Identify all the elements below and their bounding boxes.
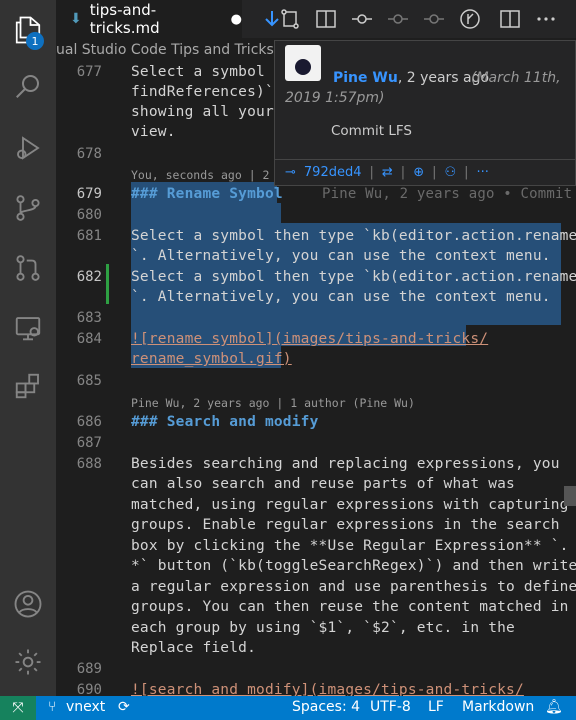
accounts-icon[interactable] [0,580,56,628]
line-number: 678 [76,146,102,162]
notifications-bell-icon[interactable]: 🔔︎ [545,699,563,715]
line-number: 688 [76,456,102,472]
inline-blame: Pine Wu, 2 years ago • Commit [322,186,573,202]
selection [131,203,281,223]
previous-revision-icon[interactable] [386,7,410,31]
code-line[interactable]: matched, using regular expressions with … [131,497,569,513]
search-icon[interactable] [0,62,56,110]
explorer-icon[interactable]: 1 [0,6,56,54]
open-remote-icon[interactable]: ⊕ [413,165,424,180]
code-line[interactable]: groups. You can then reuse the content m… [131,599,569,615]
line-number: 690 [76,682,102,696]
remote-explorer-icon[interactable] [0,304,56,352]
line-number: 682 [76,269,102,285]
code-line[interactable]: rename_symbol.gif) [131,351,292,367]
remote-indicator-icon[interactable]: ⤧ [0,696,36,720]
line-number: 686 [76,414,102,430]
code-line[interactable]: `. Alternatively, you can use the contex… [131,248,551,264]
sync-icon[interactable]: ⟳ [118,699,130,715]
more-actions-icon[interactable] [534,7,558,31]
tab-bar: ⬇ tips-and-tricks.md ● [56,0,576,38]
source-control-icon[interactable] [0,184,56,232]
code-line[interactable]: Replace field. [131,640,256,656]
dirty-indicator[interactable]: ● [231,12,242,27]
open-preview-icon[interactable] [314,7,338,31]
next-revision-icon[interactable] [422,7,446,31]
commit-sha[interactable]: 792ded4 [304,165,362,180]
selection [131,305,561,325]
remote-link-icon[interactable]: ⚇ [444,165,456,180]
pull-requests-icon[interactable] [0,244,56,292]
code-line[interactable]: Besides searching and replacing expressi… [131,456,560,472]
line-number: 685 [76,373,102,389]
line-number: 689 [76,661,102,677]
code-line[interactable]: *` button (`kb(toggleSearchRegex)`) and … [131,558,576,574]
extensions-icon[interactable] [0,362,56,410]
tab-tips-and-tricks[interactable]: ⬇ tips-and-tricks.md ● [56,0,242,38]
branch-icon[interactable]: ⑂ [48,699,56,715]
code-line[interactable]: Select a symbol t [131,64,283,80]
git-modified-marker [106,264,109,304]
code-line[interactable]: showing all your [131,104,274,120]
codelens-686[interactable]: Pine Wu, 2 years ago | 1 author (Pine Wu… [131,396,415,410]
scrollbar-thumb[interactable] [564,486,576,506]
commit-icon[interactable] [350,7,374,31]
split-editor-icon[interactable] [498,7,522,31]
run-debug-icon[interactable] [0,124,56,172]
commit-message: Commit LFS [331,123,412,139]
breadcrumb[interactable]: ual Studio Code Tips and Tricks [56,38,286,62]
code-line[interactable]: ![search and modify](images/tips-and-tri… [131,682,524,696]
open-changes-icon[interactable]: ⇄ [382,165,393,180]
open-changes-icon[interactable] [278,7,302,31]
line-number: 684 [76,331,102,347]
markdown-file-icon: ⬇ [70,11,82,27]
code-line[interactable]: groups. Enable regular expressions in th… [131,517,560,533]
code-line[interactable]: ![rename symbol](images/tips-and-tricks/ [131,331,488,347]
activity-bar: 1 [0,0,56,696]
tab-filename: tips-and-tricks.md [89,1,160,37]
code-line[interactable]: box by clicking the **Use Regular Expres… [131,538,569,554]
code-line[interactable]: can also search and reuse parts of what … [131,476,515,492]
vertical-scrollbar[interactable] [560,186,576,696]
end-of-line[interactable]: LF [428,699,444,715]
line-number: 681 [76,228,102,244]
code-line[interactable]: `. Alternatively, you can use the contex… [131,289,551,305]
code-line[interactable]: each group by using `$1`, `$2`, etc. in … [131,620,515,636]
line-number: 687 [76,435,102,451]
status-bar: ⤧ ⑂ vnext ⟳ Spaces: 4 UTF-8 LF Markdown … [0,696,576,720]
code-line[interactable]: a regular expression and use parenthesis… [131,579,576,595]
commit-icon: ⊸ [285,165,296,180]
code-line[interactable]: ### Rename Symbol [131,186,283,202]
blame-hover-card: Pine Wu, 2 years ago (March 11th, 2019 1… [274,40,576,186]
gitlens-icon[interactable] [458,7,482,31]
language-mode[interactable]: Markdown [462,699,534,715]
settings-gear-icon[interactable] [0,638,56,686]
encoding[interactable]: UTF-8 [370,699,411,715]
branch-name[interactable]: vnext [66,699,105,715]
hover-actions: ⊸ 792ded4 | ⇄ | ⊕ | ⚇ | ··· [275,159,575,185]
code-line[interactable]: ### Search and modify [131,414,319,430]
line-number: 680 [76,207,102,223]
indentation[interactable]: Spaces: 4 [292,699,360,715]
code-line[interactable]: Select a symbol then type `kb(editor.act… [131,228,576,244]
line-number: 683 [76,310,102,326]
code-line[interactable]: Select a symbol then type `kb(editor.act… [131,269,576,285]
commit-date: (March 11th, 2019 1:57pm) [285,70,561,106]
more-icon[interactable]: ··· [477,165,489,180]
line-number: 677 [76,64,102,80]
line-number: 679 [76,186,102,202]
code-line[interactable]: view. [131,124,176,140]
scm-badge: 1 [26,32,44,50]
code-line[interactable]: findReferences)` [131,84,274,100]
